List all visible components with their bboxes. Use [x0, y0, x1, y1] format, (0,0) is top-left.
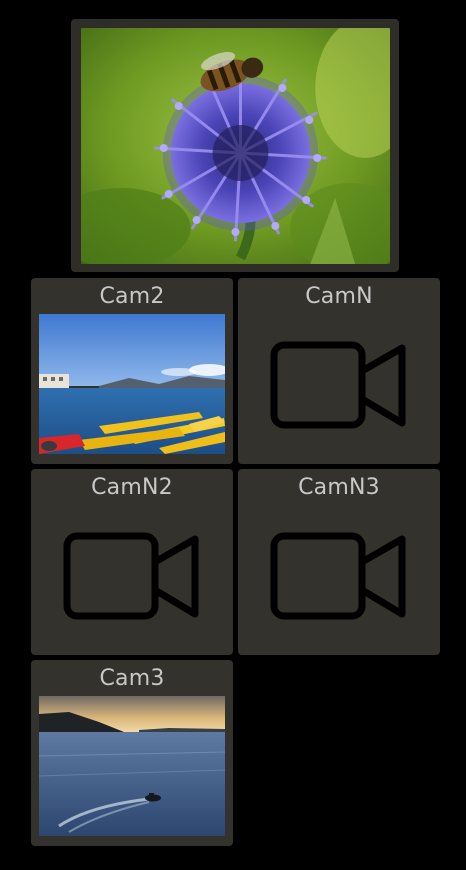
camera-tile-cam2[interactable]: Cam2	[31, 278, 233, 464]
camera-label: CamN2	[91, 475, 173, 500]
camera-label: CamN	[305, 284, 373, 309]
main-camera-view[interactable]	[71, 19, 399, 272]
video-camera-icon	[270, 532, 408, 622]
video-camera-icon	[270, 341, 408, 431]
camera-tile-camn[interactable]: CamN	[238, 278, 440, 464]
camera-label: Cam2	[99, 284, 165, 309]
main-camera-image	[81, 28, 390, 264]
camera-tile-camn2[interactable]: CamN2	[31, 469, 233, 655]
camera-label: CamN3	[298, 475, 380, 500]
camera-thumbnail	[39, 696, 225, 836]
camera-thumbnail	[39, 314, 225, 454]
camera-tile-camn3[interactable]: CamN3	[238, 469, 440, 655]
video-camera-icon	[63, 532, 201, 622]
camera-label: Cam3	[99, 666, 165, 691]
camera-tile-cam3[interactable]: Cam3	[31, 660, 233, 846]
